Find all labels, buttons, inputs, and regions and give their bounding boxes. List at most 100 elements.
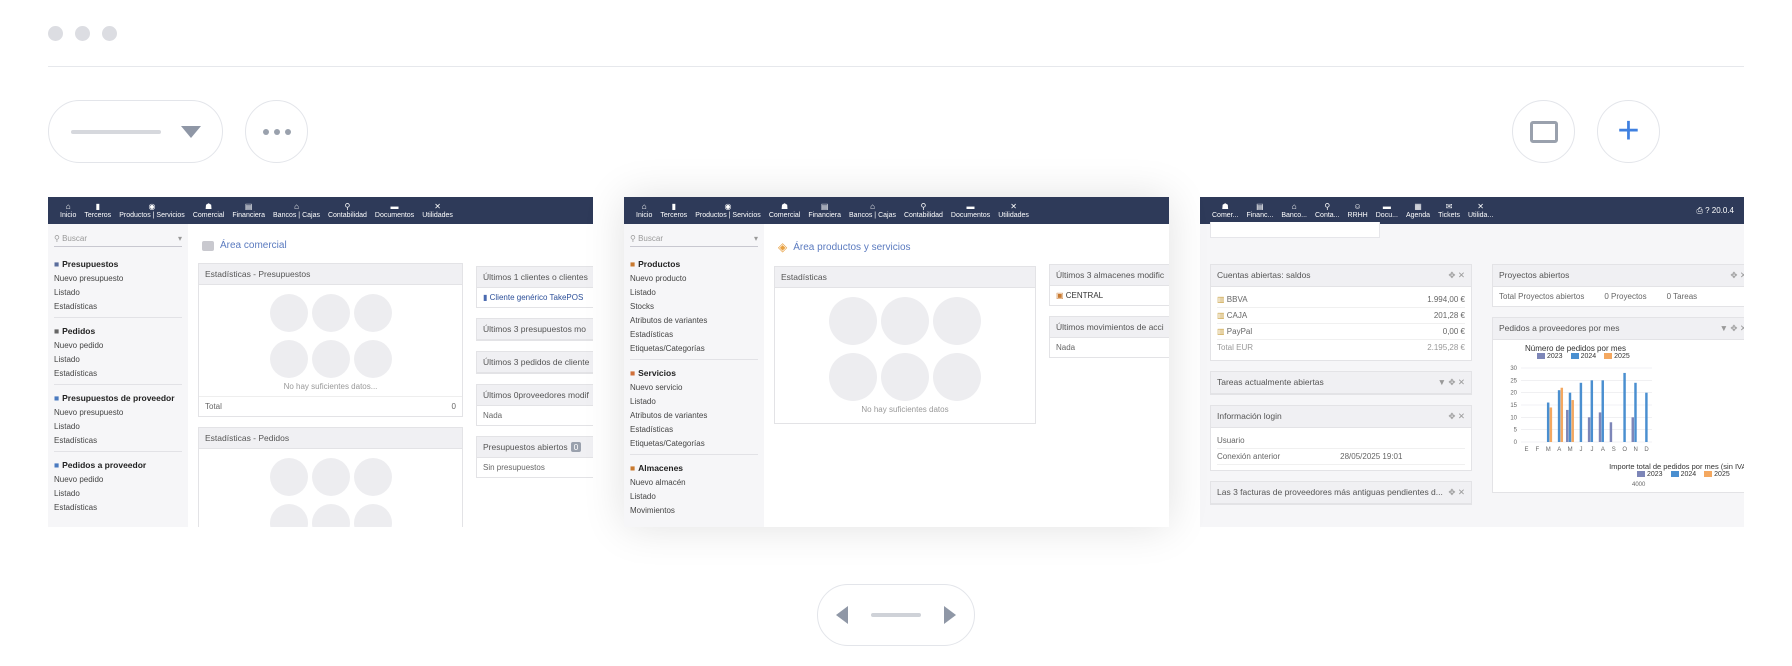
menu-item[interactable]: Estadísticas: [54, 302, 182, 311]
menu-item[interactable]: Nuevo almacén: [630, 478, 758, 487]
right-column: Últimos 3 almacenes modific ▣ CENTRAL Úl…: [1049, 264, 1169, 368]
nav-item[interactable]: ☗ Comercial: [189, 202, 229, 219]
nav-item[interactable]: ☗ Comer...: [1208, 202, 1242, 219]
frame-view-button[interactable]: [1512, 100, 1575, 163]
nav-item[interactable]: ⌂ Bancos | Cajas: [845, 202, 900, 219]
warehouse-link[interactable]: CENTRAL: [1066, 291, 1103, 300]
nav-item[interactable]: ⚲ Conta...: [1311, 202, 1344, 219]
menu-item[interactable]: Listado: [54, 288, 182, 297]
menu-item[interactable]: Listado: [54, 355, 182, 364]
nav-item[interactable]: ⌂ Inicio: [632, 202, 656, 219]
y-tick-label: 25: [1510, 378, 1517, 384]
menu-item[interactable]: Estadísticas: [54, 503, 182, 512]
legend-swatch: [1604, 353, 1613, 360]
menu-item[interactable]: Nuevo pedido: [54, 341, 182, 350]
menu-item[interactable]: Movimientos: [630, 506, 758, 515]
filter-move-close-icon[interactable]: ▼ ✥ ✕: [1720, 323, 1744, 334]
sidebar-search[interactable]: ⚲ Buscar ▾: [630, 232, 758, 247]
legend-item: 2025: [1704, 471, 1730, 478]
menu-item[interactable]: Etiquetas/Categorías: [630, 439, 758, 448]
menu-section-title[interactable]: ■ Presupuestos: [54, 259, 182, 269]
nav-item[interactable]: ▮ Terceros: [80, 202, 115, 219]
nav-icon: ⌂: [870, 202, 875, 211]
window-dot-minimize[interactable]: [75, 26, 90, 41]
account-row[interactable]: ▥ CAJA 201,28 €: [1217, 308, 1465, 324]
account-label: CAJA: [1226, 311, 1248, 320]
move-close-icon[interactable]: ✥ ✕: [1730, 270, 1744, 281]
account-row[interactable]: ▥ PayPal 0,00 €: [1217, 324, 1465, 340]
nav-item[interactable]: ▤ Financiera: [804, 202, 845, 219]
menu-item[interactable]: Estadísticas: [630, 425, 758, 434]
window-dot-close[interactable]: [48, 26, 63, 41]
accounts-total-row: Total EUR 2.195,28 €: [1217, 340, 1465, 355]
nav-item[interactable]: ✕ Utilidades: [418, 202, 457, 219]
menu-item[interactable]: Nuevo servicio: [630, 383, 758, 392]
nav-item[interactable]: ☗ Comercial: [765, 202, 805, 219]
window-dot-maximize[interactable]: [102, 26, 117, 41]
menu-section-title[interactable]: ■ Almacenes: [630, 463, 758, 473]
menu-section-title[interactable]: ■ Pedidos: [54, 326, 182, 336]
menu-item[interactable]: Nuevo pedido: [54, 475, 182, 484]
view-dropdown[interactable]: [48, 100, 223, 163]
move-close-icon[interactable]: ✥ ✕: [1448, 411, 1465, 422]
menu-item[interactable]: Listado: [54, 422, 182, 431]
box-title: Últimos 0proveedores modif: [477, 385, 593, 406]
bar-2023-8: [1609, 422, 1613, 442]
screenshot-slide-dashboard[interactable]: ☗ Comer... ▤ Financ... ⌂ Banco... ⚲ Conta... ☺ RR…: [1200, 197, 1744, 527]
open-projects-box: Proyectos abiertos✥ ✕ Total Proyectos ab…: [1492, 264, 1744, 307]
nav-item[interactable]: ⚲ Contabilidad: [900, 202, 947, 219]
screenshot-slide-commercial[interactable]: ⌂ Inicio ▮ Terceros ◉ Productos | Servicios ☗ C…: [48, 197, 593, 527]
move-icon[interactable]: ✥ ✕: [1448, 487, 1465, 498]
menu-item[interactable]: Etiquetas/Categorías: [630, 344, 758, 353]
nav-item[interactable]: ◉ Productos | Servicios: [691, 202, 765, 219]
sidebar-search[interactable]: ⚲ Buscar ▾: [54, 232, 182, 247]
nav-item[interactable]: ⌂ Bancos | Cajas: [269, 202, 324, 219]
nav-item[interactable]: ⚲ Contabilidad: [324, 202, 371, 219]
nav-item[interactable]: ✉ Tickets: [1434, 202, 1464, 219]
menu-item[interactable]: Nuevo presupuesto: [54, 408, 182, 417]
menu-item[interactable]: Listado: [630, 288, 758, 297]
box-body: ▮ Cliente genérico TakePOS: [477, 288, 593, 307]
menu-item[interactable]: Listado: [54, 489, 182, 498]
add-button[interactable]: +: [1597, 100, 1660, 163]
menu-item[interactable]: Estadísticas: [54, 436, 182, 445]
menu-item[interactable]: Listado: [630, 492, 758, 501]
filter-move-close-icon[interactable]: ▼ ✥ ✕: [1438, 377, 1465, 388]
nav-item[interactable]: ▬ Docu...: [1372, 202, 1402, 219]
menu-section-title[interactable]: ■ Pedidos a proveedor: [54, 460, 182, 470]
move-close-icon[interactable]: ✥ ✕: [1448, 270, 1465, 281]
menu-item[interactable]: Estadísticas: [54, 369, 182, 378]
projects-summary: Total Proyectos abiertos 0 Proyectos 0 T…: [1499, 292, 1698, 301]
nav-item[interactable]: ✕ Utilidades: [994, 202, 1033, 219]
menu-section-icon: ■: [630, 259, 636, 269]
more-options-button[interactable]: [245, 100, 308, 163]
nav-item[interactable]: ▬ Documentos: [947, 202, 994, 219]
nav-item[interactable]: ▦ Agenda: [1402, 202, 1434, 219]
nav-item[interactable]: ◉ Productos | Servicios: [115, 202, 189, 219]
nav-item[interactable]: ☺ RRHH: [1344, 202, 1372, 219]
nav-item[interactable]: ▬ Documentos: [371, 202, 418, 219]
account-row[interactable]: ▥ BBVA 1.994,00 €: [1217, 292, 1465, 308]
printer-help-icons[interactable]: ⎙ ?: [1696, 206, 1711, 215]
nav-item[interactable]: ▤ Financiera: [228, 202, 269, 219]
menu-item[interactable]: Atributos de variantes: [630, 411, 758, 420]
screenshot-slide-products[interactable]: ⌂ Inicio ▮ Terceros ◉ Productos | Servicios ☗ C…: [624, 197, 1169, 527]
customer-link[interactable]: Cliente genérico TakePOS: [490, 293, 584, 302]
menu-item[interactable]: Stocks: [630, 302, 758, 311]
menu-item[interactable]: Nuevo producto: [630, 274, 758, 283]
nav-item[interactable]: ▮ Terceros: [656, 202, 691, 219]
menu-item[interactable]: Estadísticas: [630, 330, 758, 339]
menu-section-title[interactable]: ■ Productos: [630, 259, 758, 269]
nav-item[interactable]: ▤ Financ...: [1242, 202, 1277, 219]
menu-section-title[interactable]: ■ Servicios: [630, 368, 758, 378]
nav-item[interactable]: ⌂ Inicio: [56, 202, 80, 219]
account-name: ▥ BBVA: [1217, 295, 1248, 304]
menu-item[interactable]: Listado: [630, 397, 758, 406]
nav-item[interactable]: ✕ Utilida...: [1464, 202, 1497, 219]
next-arrow-icon[interactable]: [944, 606, 956, 624]
nav-item[interactable]: ⌂ Banco...: [1277, 202, 1311, 219]
menu-item[interactable]: Nuevo presupuesto: [54, 274, 182, 283]
menu-section-title[interactable]: ■ Presupuestos de proveedor: [54, 393, 182, 403]
menu-item[interactable]: Atributos de variantes: [630, 316, 758, 325]
prev-arrow-icon[interactable]: [836, 606, 848, 624]
